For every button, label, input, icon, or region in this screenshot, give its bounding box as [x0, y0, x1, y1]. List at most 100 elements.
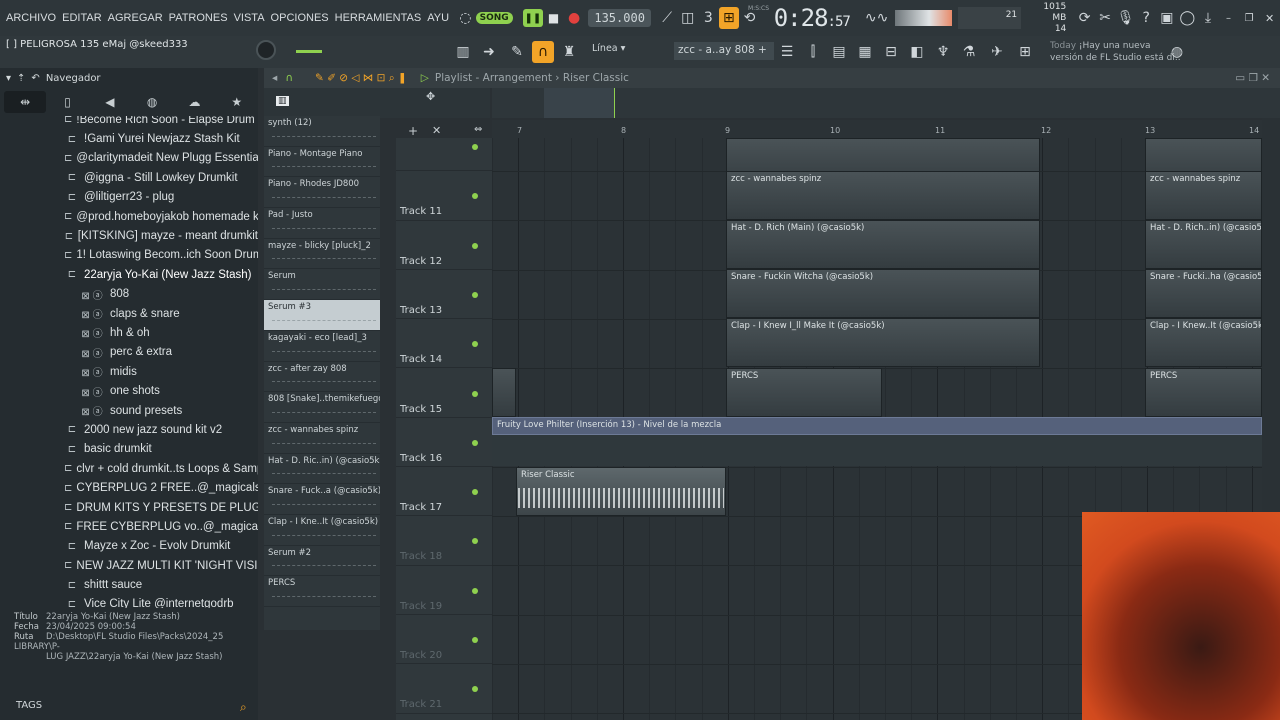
play-arrow-icon[interactable]: ▷	[421, 72, 429, 84]
tab-project-icon[interactable]: ▯	[46, 91, 88, 113]
tab-speaker-icon[interactable]: ◀	[89, 91, 131, 113]
track-header[interactable]: Track 19	[396, 566, 492, 615]
up-icon[interactable]: ⇡	[17, 73, 25, 84]
track-mute-led[interactable]	[472, 538, 478, 545]
tap-tempo-icon[interactable]: ⟋	[657, 7, 678, 29]
folder-item[interactable]: ⊏CYBERPLUG 2 FREE..@_magicalsounds	[0, 478, 258, 497]
folder-item[interactable]: ⊏ 2000 new jazz sound kit v2	[0, 420, 258, 439]
track-header[interactable]: Track 12	[396, 221, 492, 270]
track-header[interactable]: Track 17	[396, 467, 492, 517]
track-mute-led[interactable]	[472, 144, 478, 150]
chat-icon[interactable]: ◯	[1177, 7, 1198, 29]
picker-pattern-item[interactable]: zcc - after zay 808	[264, 362, 380, 393]
picker-pattern-item[interactable]: Serum	[264, 269, 380, 301]
clip-track11-a[interactable]: zcc - wannabes spinz	[726, 171, 1040, 220]
menu-patrones[interactable]: PATRONES	[169, 12, 228, 24]
menu-ayuda[interactable]: AYU	[427, 12, 449, 24]
track-header[interactable]: Track 11	[396, 171, 492, 221]
channel-rack-icon[interactable]: ▤	[828, 41, 850, 63]
folder-item[interactable]: ⊏@claritymadeit New Plugg Essentials Kit	[0, 149, 258, 168]
arrow-right-icon[interactable]: ➜	[478, 41, 500, 63]
time-display[interactable]: 0:28:57	[774, 4, 851, 32]
subfolder-item[interactable]: ⊠ ⓐ midis	[0, 362, 258, 381]
track-mute-led[interactable]	[472, 193, 478, 200]
track-mute-led[interactable]	[472, 637, 478, 643]
menu-opciones[interactable]: OPCIONES	[271, 12, 329, 24]
cut-icon[interactable]: ✂	[1095, 7, 1116, 29]
menu-agregar[interactable]: AGREGAR	[108, 12, 163, 24]
countdown-icon[interactable]: 3	[698, 7, 719, 29]
restore-icon[interactable]: ❐	[1239, 7, 1260, 29]
mixer-icon[interactable]: ⫿	[802, 41, 824, 63]
track-header[interactable]	[396, 122, 492, 172]
picker-pattern-item[interactable]: mayze - blicky [pluck]_2	[264, 239, 380, 270]
folder-item[interactable]: ⊏clvr + cold drumkit..ts Loops & Samples…	[0, 459, 258, 478]
stop-button[interactable]: ■	[543, 7, 564, 29]
magnet-icon[interactable]: ∩	[532, 41, 554, 63]
clip-track15-a[interactable]: PERCS	[726, 368, 882, 417]
picker-pattern-item[interactable]: zcc - wannabes spinz	[264, 423, 380, 454]
folder-item[interactable]: ⊏ basic drumkit	[0, 440, 258, 459]
clip-track13-b[interactable]: Snare - Fucki..ha (@casio5k)	[1145, 269, 1262, 318]
subfolder-item[interactable]: ⊠ ⓐ claps & snare	[0, 304, 258, 323]
clip-track14-a[interactable]: Clap - I Knew I_ll Make It (@casio5k)	[726, 318, 1040, 367]
tab-all-icon[interactable]: ⇹	[4, 91, 47, 113]
stamp-icon[interactable]: ♜	[558, 41, 580, 63]
menu-archivo[interactable]: ARCHIVO	[6, 12, 56, 24]
picker-pattern-item[interactable]: synth (12)	[264, 116, 380, 147]
subfolder-item[interactable]: ⊠ ⓐ perc & extra	[0, 343, 258, 362]
subfolder-item[interactable]: ⊠ ⓐ hh & oh	[0, 323, 258, 342]
plugin-icon[interactable]: ◧	[906, 41, 928, 63]
picker-pattern-item[interactable]: Piano - Montage Piano	[264, 147, 380, 178]
picker-pattern-item[interactable]: Piano - Rhodes JD800	[264, 177, 380, 209]
playlist-overview[interactable]	[492, 88, 1280, 118]
track-mute-led[interactable]	[472, 341, 478, 348]
snap-select[interactable]: Línea ▾	[592, 43, 654, 59]
clip-track12-b[interactable]: Hat - D. Rich..in) (@casio5k)	[1145, 220, 1262, 269]
track-mute-led[interactable]	[472, 291, 478, 298]
picker-pattern-item[interactable]: Hat - D. Ric..in) (@casio5k)	[264, 454, 380, 485]
record-button[interactable]: ●	[564, 7, 585, 29]
playlist-window-controls[interactable]: ▭ ❐ ✕	[1235, 72, 1270, 84]
tuner-icon[interactable]: ⚗	[958, 41, 980, 63]
wait-icon[interactable]: ◫	[677, 7, 698, 29]
clip-track14-b[interactable]: Clap - I Knew..It (@casio5k)	[1145, 318, 1262, 367]
save-icon[interactable]: ▣	[1157, 7, 1178, 29]
overview-view-window[interactable]	[544, 88, 614, 118]
clip-track15-b[interactable]: PERCS	[1145, 368, 1262, 417]
pattern-select[interactable]: zcc - a..ay 808 +	[674, 42, 774, 60]
picker-pattern-item[interactable]: Clap - I Kne..It (@casio5k)	[264, 515, 380, 546]
tab-plugins-icon[interactable]: ◍	[131, 91, 173, 113]
automation-clip-track16[interactable]: Fruity Love Philter (Inserción 13) - Niv…	[492, 417, 1262, 435]
pencil-icon[interactable]: ✎	[506, 41, 528, 63]
picker-pattern-item[interactable]: Pad - Justo	[264, 208, 380, 239]
track-mute-led[interactable]	[472, 686, 478, 693]
piano-keys-icon[interactable]: ▥	[452, 41, 474, 63]
picker-pattern-item[interactable]: Serum #2	[264, 546, 380, 577]
close-icon[interactable]: ✕	[1259, 7, 1280, 29]
news-panel[interactable]: Today ¡Hay una nueva versión de FL Studi…	[1050, 40, 1181, 64]
undo-history-icon[interactable]: ⟳	[1074, 7, 1095, 29]
back-icon[interactable]: ↶	[31, 73, 39, 84]
tab-favorites-icon[interactable]: ★	[216, 91, 258, 113]
track-header[interactable]: Track 15	[396, 369, 492, 418]
picker-pattern-item[interactable]: kagayaki - eco [lead]_3	[264, 331, 380, 362]
folder-item[interactable]: ⊏ [KITSKING] mayze - meant drumkit	[0, 226, 258, 245]
folder-item[interactable]: ⊏ Vice City Lite @internetgodrb	[0, 595, 258, 608]
track-header[interactable]: Track 16	[396, 418, 492, 468]
picker-pattern-item[interactable]: 808 [Snake]..themikefuego	[264, 392, 380, 423]
folder-item[interactable]: ⊏ @liltigerr23 - plug	[0, 188, 258, 207]
folder-item[interactable]: ⊏ Mayze x Zoc - Evolv Drumkit	[0, 537, 258, 556]
track-mute-led[interactable]	[472, 489, 478, 496]
folder-item[interactable]: ⊏ @prod.homeboyjakob homemade kit	[0, 207, 258, 226]
master-volume-knob[interactable]	[256, 40, 276, 60]
track-header[interactable]: Track 18	[396, 516, 492, 566]
picker-piano-icon[interactable]: ▥	[276, 96, 289, 106]
folder-item[interactable]: ⊏ @iggna - Still Lowkey Drumkit	[0, 168, 258, 187]
help-icon[interactable]: ?	[1136, 7, 1157, 29]
clip-track11-b[interactable]: zcc - wannabes spinz	[1145, 171, 1262, 220]
folder-item[interactable]: ⊏!Become Rich Soon - Elapse Drum Kit Sk	[0, 116, 258, 129]
piano-roll-icon[interactable]: ▦	[854, 41, 876, 63]
folder-item[interactable]: ⊏1! Lotaswing Becom..ich Soon Drum Kit	[0, 246, 258, 265]
picker-pattern-item[interactable]: Snare - Fuck..a (@casio5k)	[264, 484, 380, 515]
